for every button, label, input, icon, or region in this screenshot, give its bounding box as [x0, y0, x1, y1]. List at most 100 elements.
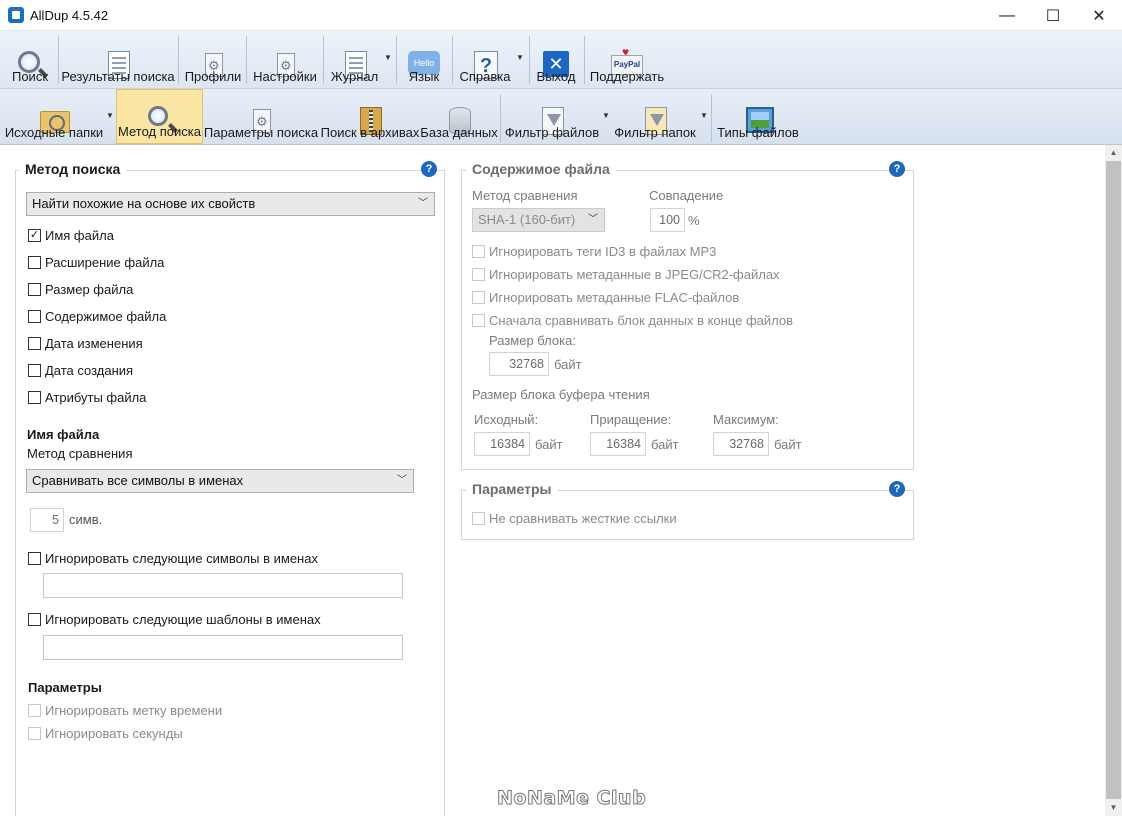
- file-filter-button[interactable]: Фильтр файлов: [505, 89, 599, 144]
- ignore-id3-checkbox[interactable]: Игнорировать теги ID3 в файлах MP3: [472, 244, 716, 259]
- checkbox[interactable]: [472, 268, 485, 281]
- hash-method-select[interactable]: SHA-1 (160-бит) ﹀: [472, 208, 605, 232]
- criterion-content-checkbox[interactable]: Содержимое файла: [28, 309, 166, 324]
- watermark: NoNaMe Club: [496, 787, 647, 810]
- match-label: Совпадение: [649, 188, 724, 203]
- parameters-help-icon[interactable]: ?: [889, 481, 905, 497]
- match-percent-input[interactable]: 100: [650, 208, 685, 232]
- exit-button[interactable]: ✕ Выход: [534, 31, 578, 88]
- search-method-help-icon[interactable]: ?: [421, 161, 437, 177]
- search-button[interactable]: Поиск: [6, 31, 54, 88]
- checkbox[interactable]: [28, 283, 41, 296]
- criterion-attributes-checkbox[interactable]: Атрибуты файла: [28, 390, 146, 405]
- checkbox[interactable]: [28, 552, 41, 565]
- criterion-extension-checkbox[interactable]: Расширение файла: [28, 255, 164, 270]
- chevron-down-icon: ﹀: [588, 214, 598, 225]
- language-button[interactable]: Hello Язык: [402, 31, 446, 88]
- increment-buffer-unit: байт: [651, 437, 679, 452]
- ignore-jpeg-checkbox[interactable]: Игнорировать метаданные в JPEG/CR2-файла…: [472, 267, 780, 282]
- chars-unit-label: симв.: [69, 512, 103, 527]
- checkbox[interactable]: [28, 613, 41, 626]
- title-bar: AllDup 4.5.42 — ☐ ✕: [0, 0, 1122, 31]
- block-size-label: Размер блока:: [489, 333, 576, 348]
- donate-button[interactable]: ♥ PayPal Поддержать: [590, 31, 664, 88]
- vertical-scrollbar[interactable]: ▲ ▼: [1105, 145, 1122, 816]
- scroll-thumb[interactable]: [1106, 161, 1121, 799]
- max-buffer-unit: байт: [774, 437, 802, 452]
- criterion-created-checkbox[interactable]: Дата создания: [28, 363, 133, 378]
- database-button[interactable]: База данных: [420, 89, 498, 144]
- checkbox[interactable]: [472, 245, 485, 258]
- filename-section-heading: Имя файла: [27, 427, 100, 442]
- max-buffer-input[interactable]: 32768: [713, 432, 769, 456]
- ignore-chars-checkbox[interactable]: Игнорировать следующие символы в именах: [28, 551, 318, 566]
- source-folders-dropdown-icon[interactable]: ▼: [106, 111, 114, 120]
- archive-search-button[interactable]: Поиск в архивах: [320, 89, 420, 144]
- file-content-help-icon[interactable]: ?: [889, 161, 905, 177]
- filename-compare-label: Метод сравнения: [27, 446, 133, 461]
- ignore-patterns-checkbox[interactable]: Игнорировать следующие шаблоны в именах: [28, 612, 321, 627]
- search-mode-select[interactable]: Найти похожие на основе их свойств ﹀: [26, 192, 435, 216]
- checkbox[interactable]: [472, 314, 485, 327]
- checkbox[interactable]: [28, 337, 41, 350]
- minimize-button[interactable]: —: [984, 0, 1030, 31]
- chevron-down-icon: ﹀: [397, 475, 407, 486]
- block-size-input[interactable]: 32768: [489, 352, 549, 376]
- increment-buffer-input[interactable]: 16384: [590, 432, 646, 456]
- checkbox[interactable]: [28, 256, 41, 269]
- checkbox[interactable]: [28, 364, 41, 377]
- window-controls: — ☐ ✕: [984, 0, 1122, 31]
- filename-compare-select[interactable]: Сравнивать все символы в именах ﹀: [26, 469, 414, 493]
- criterion-filename-checkbox[interactable]: ✓ Имя файла: [28, 228, 114, 243]
- app-icon: [8, 7, 24, 23]
- ignore-seconds-checkbox[interactable]: Игнорировать секунды: [28, 726, 183, 741]
- checkbox[interactable]: [472, 291, 485, 304]
- window-title: AllDup 4.5.42: [30, 7, 109, 23]
- folder-filter-dropdown-icon[interactable]: ▼: [700, 111, 708, 120]
- scroll-up-icon[interactable]: ▲: [1105, 145, 1122, 161]
- match-unit-label: %: [688, 213, 700, 228]
- settings-button[interactable]: Настройки: [250, 31, 320, 88]
- file-filter-dropdown-icon[interactable]: ▼: [602, 111, 610, 120]
- initial-label: Исходный:: [474, 412, 539, 427]
- file-content-title: Содержимое файла: [466, 161, 616, 177]
- parameters-title: Параметры: [466, 481, 558, 497]
- profiles-button[interactable]: Профили: [182, 31, 244, 88]
- checkbox[interactable]: [28, 310, 41, 323]
- initial-buffer-input[interactable]: 16384: [474, 432, 530, 456]
- checkbox[interactable]: [28, 704, 41, 717]
- maximize-button[interactable]: ☐: [1030, 0, 1076, 31]
- close-button[interactable]: ✕: [1076, 0, 1122, 31]
- folder-filter-button[interactable]: Фильтр папок: [613, 89, 697, 144]
- no-hardlinks-checkbox[interactable]: Не сравнивать жесткие ссылки: [472, 511, 677, 526]
- compare-end-block-checkbox[interactable]: Сначала сравнивать блок данных в конце ф…: [472, 313, 793, 328]
- file-types-button[interactable]: Типы файлов: [716, 89, 800, 144]
- ignore-timestamp-checkbox[interactable]: Игнорировать метку времени: [28, 703, 222, 718]
- ignore-flac-checkbox[interactable]: Игнорировать метаданные FLAC-файлов: [472, 290, 739, 305]
- increment-label: Приращение:: [590, 412, 672, 427]
- ignore-patterns-input[interactable]: [43, 635, 403, 660]
- journal-dropdown-icon[interactable]: ▼: [384, 53, 392, 62]
- help-dropdown-icon[interactable]: ▼: [516, 53, 524, 62]
- search-results-button[interactable]: Результаты поиска: [61, 31, 175, 88]
- content-compare-label: Метод сравнения: [472, 188, 578, 203]
- search-method-icon: [147, 106, 168, 126]
- main-toolbar: Поиск Результаты поиска Профили Настройк…: [0, 31, 1122, 89]
- journal-button[interactable]: Журнал: [327, 31, 382, 88]
- chars-count-input[interactable]: 5: [30, 508, 64, 532]
- help-button[interactable]: ? Справка: [456, 31, 514, 88]
- max-label: Максимум:: [713, 412, 779, 427]
- search-params-button[interactable]: Параметры поиска: [204, 89, 318, 144]
- buffer-size-label: Размер блока буфера чтения: [472, 387, 650, 402]
- checkbox[interactable]: [472, 512, 485, 525]
- block-size-unit: байт: [554, 357, 582, 372]
- checkbox[interactable]: [28, 727, 41, 740]
- criterion-size-checkbox[interactable]: Размер файла: [28, 282, 133, 297]
- checkbox[interactable]: [28, 391, 41, 404]
- scroll-down-icon[interactable]: ▼: [1105, 800, 1122, 816]
- ignore-chars-input[interactable]: [43, 573, 403, 598]
- search-method-button[interactable]: Метод поиска: [116, 89, 203, 144]
- source-folders-button[interactable]: Исходные папки: [4, 89, 104, 144]
- criterion-modified-checkbox[interactable]: Дата изменения: [28, 336, 143, 351]
- checkbox[interactable]: ✓: [28, 229, 41, 242]
